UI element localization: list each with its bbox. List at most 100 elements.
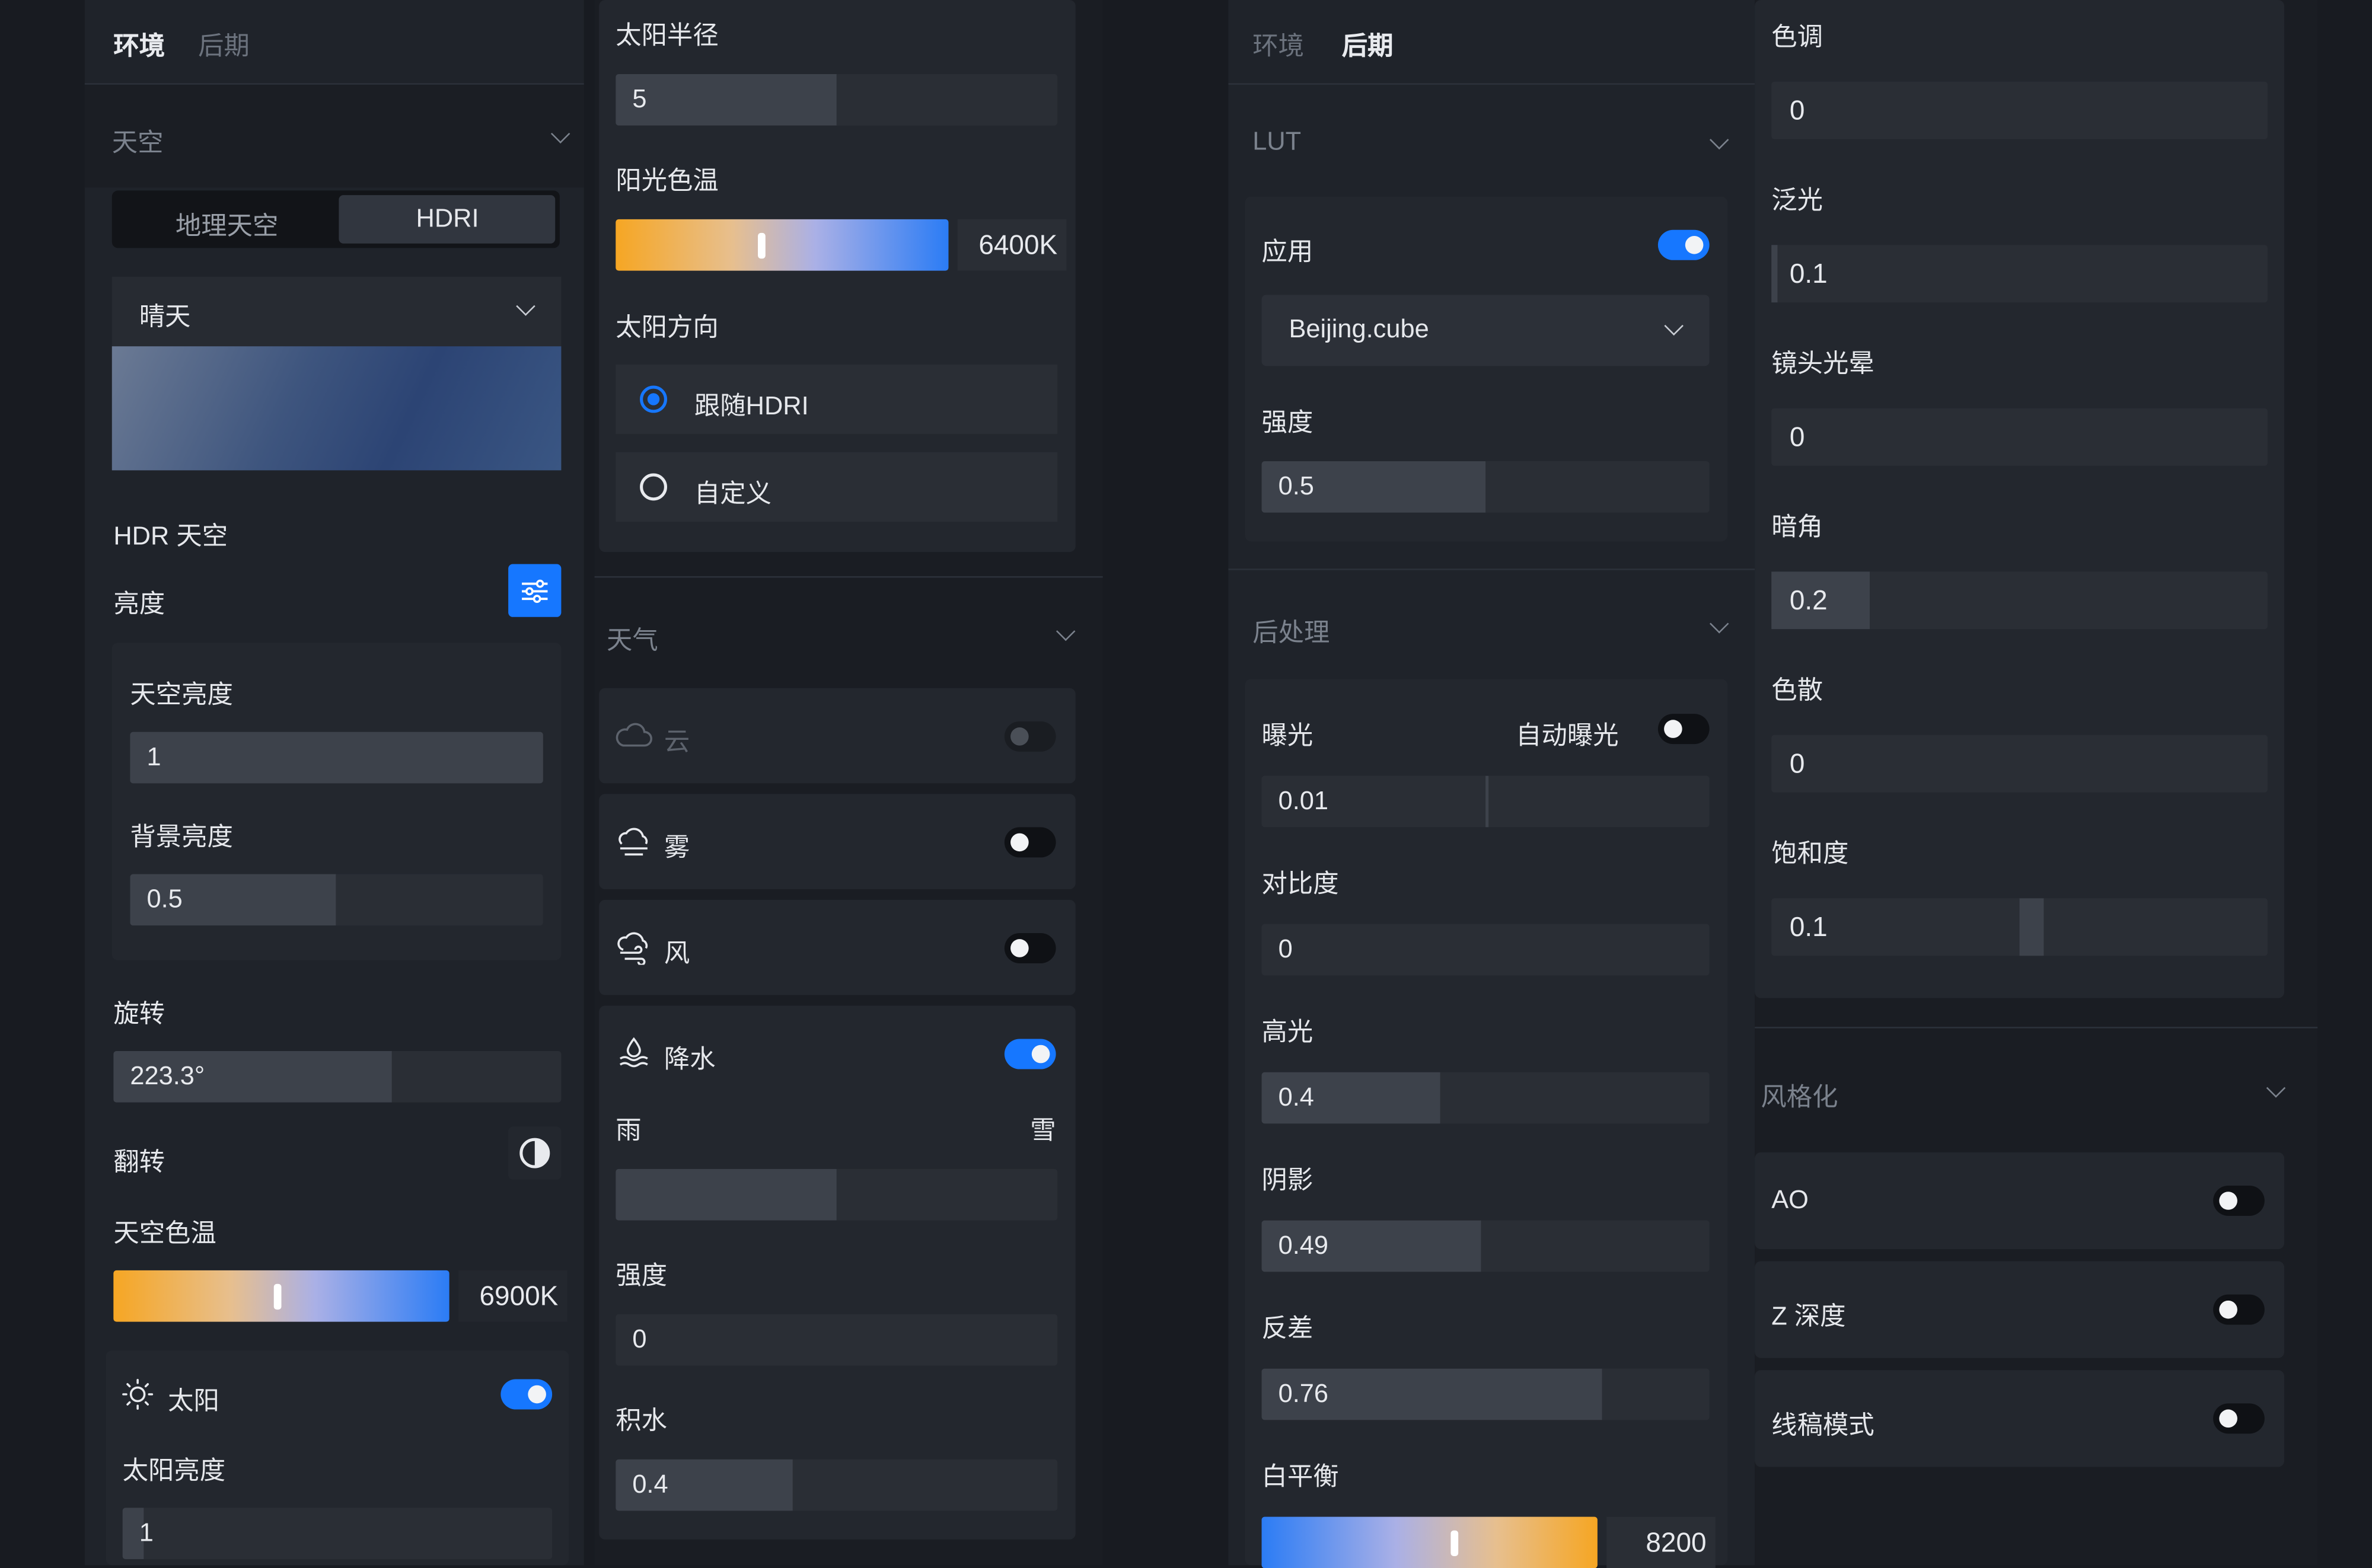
- aberration-value: 0: [1789, 748, 1805, 779]
- lens-flare-slider[interactable]: 0: [1771, 408, 2268, 466]
- highlight-slider[interactable]: 0.4: [1261, 1072, 1710, 1124]
- vignette-slider[interactable]: 0.2: [1771, 571, 2268, 630]
- gamma-label: 反差: [1261, 1314, 1313, 1343]
- sky-section-title: 天空: [111, 128, 164, 158]
- sun-toggle[interactable]: [500, 1379, 553, 1410]
- sun-dir-follow-option[interactable]: [616, 364, 1058, 435]
- sun-dir-label: 太阳方向: [616, 313, 719, 342]
- ao-row: [1755, 1152, 2285, 1250]
- sun-temp-label: 阳光色温: [616, 166, 719, 196]
- ao-label: AO: [1771, 1185, 1809, 1215]
- sun-temp-thumb[interactable]: [758, 232, 766, 259]
- sky-mode-geo[interactable]: 地理天空: [176, 204, 278, 242]
- sliders-icon: [522, 579, 548, 603]
- lut-apply-toggle[interactable]: [1657, 229, 1710, 260]
- rotation-label: 旋转: [113, 999, 165, 1029]
- preset-dropdown-value: 晴天: [139, 302, 191, 331]
- bloom-value: 0.1: [1789, 258, 1828, 289]
- aberration-slider[interactable]: 0: [1771, 734, 2268, 793]
- lut-strength-slider[interactable]: 0.5: [1261, 461, 1710, 513]
- brightness-adjust-button[interactable]: [508, 564, 562, 617]
- sun-dir-follow-label: 跟随HDRI: [694, 391, 809, 421]
- sun-brightness-label: 太阳亮度: [122, 1456, 226, 1486]
- sun-radius-value: 5: [632, 84, 647, 114]
- auto-exposure-toggle[interactable]: [1657, 714, 1710, 745]
- exposure-slider[interactable]: 0.01: [1261, 775, 1710, 828]
- post-divider: [1228, 569, 1755, 570]
- highlight-label: 高光: [1261, 1017, 1313, 1047]
- puddle-slider[interactable]: 0.4: [616, 1459, 1058, 1511]
- hdri-preview-image: [111, 346, 562, 471]
- lut-strength-label: 强度: [1261, 408, 1313, 437]
- puddle-label: 积水: [616, 1406, 667, 1435]
- sun-dir-custom-label: 自定义: [694, 479, 772, 509]
- bg-brightness-slider[interactable]: 0.5: [130, 874, 543, 926]
- cloud-label: 云: [664, 727, 690, 756]
- z-depth-label: Z 深度: [1771, 1302, 1846, 1331]
- saturation-slider[interactable]: 0.1: [1771, 898, 2268, 956]
- weather-section-title: 天气: [606, 626, 658, 655]
- hue-label: 色调: [1771, 23, 1823, 52]
- vignette-label: 暗角: [1771, 512, 1823, 542]
- weather-divider: [594, 576, 1103, 578]
- white-balance-thumb[interactable]: [1450, 1530, 1459, 1556]
- saturation-label: 饱和度: [1771, 839, 1849, 868]
- sky-brightness-slider[interactable]: 1: [130, 732, 543, 784]
- sun-temp-gradient-slider[interactable]: [616, 219, 949, 271]
- sun-dir-custom-option[interactable]: [616, 452, 1058, 522]
- white-balance-gradient-slider[interactable]: [1261, 1516, 1598, 1568]
- precip-intensity-value: 0: [632, 1324, 647, 1354]
- wireframe-toggle[interactable]: [2213, 1403, 2265, 1434]
- tab-environment-2[interactable]: 环境: [1252, 24, 1304, 62]
- cloud-icon: [616, 723, 652, 747]
- z-depth-toggle[interactable]: [2213, 1294, 2265, 1325]
- contrast-slider[interactable]: 0: [1261, 924, 1710, 976]
- white-balance-label: 白平衡: [1261, 1462, 1339, 1492]
- shadow-label: 阴影: [1261, 1165, 1313, 1195]
- white-balance-value[interactable]: 8200: [1606, 1516, 1716, 1568]
- lut-apply-label: 应用: [1261, 237, 1313, 266]
- vignette-value: 0.2: [1789, 585, 1828, 616]
- wind-toggle[interactable]: [1004, 933, 1056, 963]
- hdr-sky-label: HDR 天空: [113, 522, 228, 551]
- sun-radius-fill: [616, 74, 837, 126]
- precipitation-toggle[interactable]: [1004, 1039, 1056, 1069]
- lut-file-value: Beijing.cube: [1289, 314, 1429, 344]
- lut-strength-value: 0.5: [1278, 471, 1314, 501]
- lens-flare-label: 镜头光晕: [1771, 349, 1874, 378]
- saturation-value: 0.1: [1789, 912, 1828, 943]
- sky-mode-hdri[interactable]: HDRI: [416, 204, 479, 234]
- fog-toggle[interactable]: [1004, 827, 1056, 858]
- shadow-value: 0.49: [1278, 1231, 1329, 1260]
- contrast-label: 对比度: [1261, 869, 1339, 899]
- tab-post[interactable]: 后期: [198, 24, 250, 62]
- ao-toggle[interactable]: [2213, 1185, 2265, 1216]
- precipitation-icon: [619, 1037, 648, 1068]
- tab-post-2[interactable]: 后期: [1342, 24, 1394, 62]
- sky-temp-value[interactable]: 6900K: [458, 1270, 568, 1322]
- flip-button[interactable]: [508, 1126, 562, 1180]
- rain-snow-slider[interactable]: [616, 1168, 1058, 1221]
- hue-slider[interactable]: 0: [1771, 81, 2268, 139]
- sun-dir-follow-radio[interactable]: [640, 385, 667, 413]
- rain-snow-fill: [616, 1168, 837, 1221]
- bloom-slider[interactable]: 0.1: [1771, 245, 2268, 303]
- auto-exposure-label: 自动曝光: [1516, 721, 1619, 751]
- precipitation-label: 降水: [664, 1045, 716, 1074]
- rotation-slider[interactable]: 223.3°: [113, 1050, 562, 1103]
- shadow-slider[interactable]: 0.49: [1261, 1220, 1710, 1272]
- aberration-label: 色散: [1771, 676, 1823, 705]
- sun-dir-custom-radio[interactable]: [640, 473, 667, 501]
- exposure-center-marker: [1485, 775, 1489, 828]
- sky-temp-thumb[interactable]: [273, 1283, 282, 1310]
- sky-brightness-label: 天空亮度: [130, 680, 233, 710]
- tab-environment[interactable]: 环境: [113, 24, 165, 62]
- sky-temp-gradient-slider[interactable]: [113, 1270, 449, 1322]
- gamma-slider[interactable]: 0.76: [1261, 1368, 1710, 1420]
- sun-radius-slider[interactable]: 5: [616, 74, 1058, 126]
- bg-brightness-label: 背景亮度: [130, 822, 233, 852]
- sun-brightness-slider[interactable]: 1: [122, 1508, 553, 1560]
- precip-intensity-slider[interactable]: 0: [616, 1314, 1058, 1366]
- sky-brightness-value: 1: [146, 742, 161, 772]
- sun-temp-value[interactable]: 6400K: [957, 219, 1067, 271]
